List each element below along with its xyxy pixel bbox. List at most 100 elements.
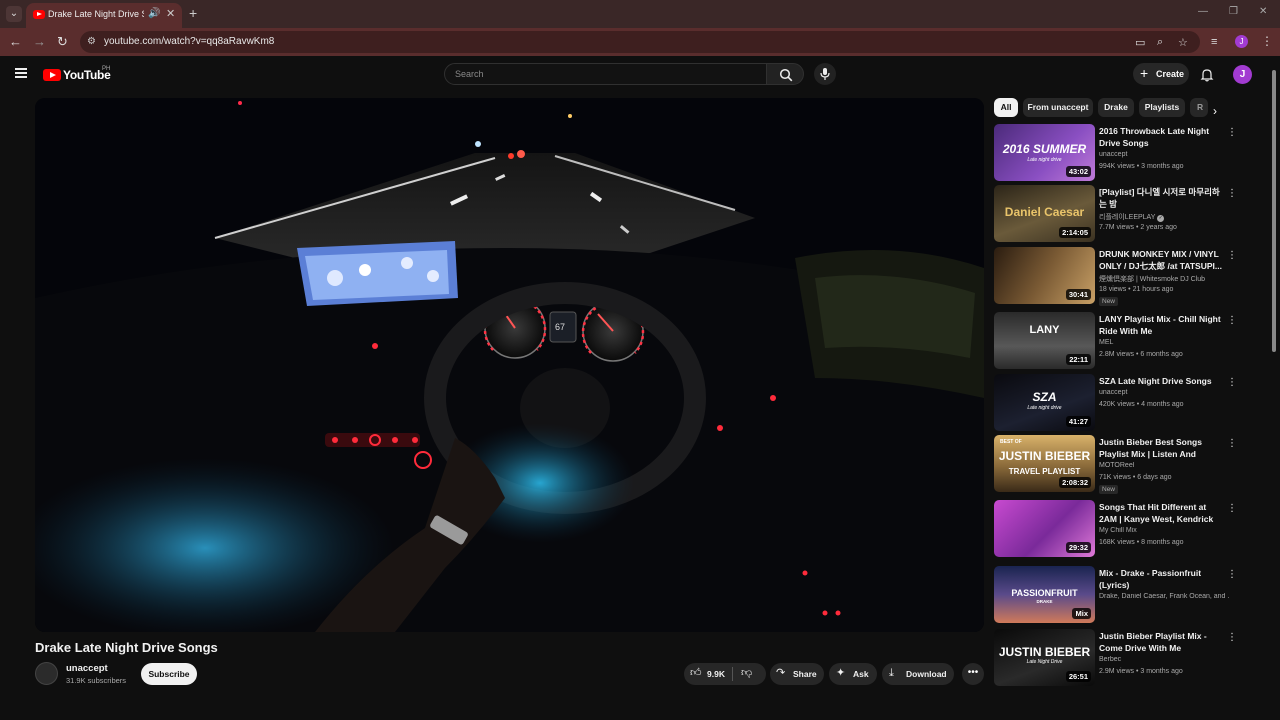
zoom-icon[interactable]: ⌕ <box>1157 36 1163 49</box>
channel-avatar[interactable] <box>35 662 58 685</box>
search-button[interactable] <box>766 63 804 85</box>
thumbnail-subtext: Late night drive <box>1027 157 1062 163</box>
recommendation-channel[interactable]: Berbec <box>1099 656 1229 663</box>
maximize-icon[interactable]: ❐ <box>1229 6 1238 17</box>
video-thumbnail[interactable]: JUSTIN BIEBER Late Night Drive 26:51 <box>994 629 1095 686</box>
kebab-menu-icon[interactable]: ⋮ <box>1227 315 1237 326</box>
reload-icon[interactable]: ↻ <box>57 35 68 49</box>
plus-icon: + <box>1140 65 1149 81</box>
kebab-menu-icon[interactable]: ⋮ <box>1227 188 1237 199</box>
recommendation-item[interactable]: Daniel Caesar 2:14:05 [Playlist] 다니엘 시저로… <box>994 185 1240 243</box>
site-info-icon[interactable]: ⚙ <box>87 36 96 47</box>
thumbs-down-icon[interactable]: 👎︎ <box>741 667 752 679</box>
chevron-right-icon[interactable]: › <box>1213 104 1217 118</box>
kebab-menu-icon[interactable]: ⋮ <box>1227 438 1237 449</box>
recommendation-item[interactable]: 30:41 DRUNK MONKEY MIX / VINYL ONLY / DJ… <box>994 247 1240 306</box>
kebab-menu-icon[interactable]: ⋮ <box>1227 503 1237 514</box>
duration-badge: 29:32 <box>1065 542 1091 553</box>
browser-menu-icon[interactable]: ⋮ <box>1261 34 1273 48</box>
ask-button[interactable]: ✦ Ask <box>829 663 877 685</box>
recommendation-title[interactable]: DRUNK MONKEY MIX / VINYL ONLY / DJ七太郎 /a… <box>1099 248 1225 272</box>
video-thumbnail[interactable]: LANY 22:11 <box>994 312 1095 369</box>
video-thumbnail[interactable]: 2016 SUMMER Late night drive 43:02 <box>994 124 1095 181</box>
recommendation-title[interactable]: Justin Bieber Best Songs Playlist Mix | … <box>1099 436 1225 460</box>
tab-search-button[interactable]: ⌄ <box>6 6 22 22</box>
url-text[interactable]: youtube.com/watch?v=qq8aRavwKm8 <box>104 36 274 47</box>
chip-from-unaccept[interactable]: From unaccept <box>1023 98 1093 117</box>
speaker-icon[interactable]: 🔊 <box>148 8 160 19</box>
recommendation-meta: 2.8M views • 6 months ago <box>1099 351 1183 358</box>
recommendation-item[interactable]: PASSIONFRUIT DRAKE Mix Mix - Drake - Pas… <box>994 566 1240 624</box>
voice-search-button[interactable] <box>814 63 836 85</box>
chip-all[interactable]: All <box>994 98 1018 117</box>
recommendation-channel[interactable]: Drake, Daniel Caesar, Frank Ocean, and .… <box>1099 593 1229 600</box>
chip-drake[interactable]: Drake <box>1098 98 1134 117</box>
browser-toolbar: ← → ↻ ⚙ youtube.com/watch?v=qq8aRavwKm8 … <box>0 28 1280 56</box>
recommendation-item[interactable]: 2016 SUMMER Late night drive 43:02 2016 … <box>994 124 1240 182</box>
download-button[interactable]: ⤓ Download <box>882 663 954 685</box>
recommendation-channel[interactable]: MOTOReel <box>1099 462 1229 469</box>
recommendation-item[interactable]: 29:32 Songs That Hit Different at 2AM | … <box>994 500 1240 558</box>
create-label: Create <box>1156 69 1185 79</box>
new-tab-button[interactable]: + <box>189 5 197 21</box>
recommendation-title[interactable]: SZA Late Night Drive Songs <box>1099 375 1225 387</box>
recommendation-title[interactable]: [Playlist] 다니엘 시저로 마무리하는 밤 <box>1099 186 1225 210</box>
recommendation-title[interactable]: Mix - Drake - Passionfruit (Lyrics) <box>1099 567 1225 591</box>
video-thumbnail[interactable]: 30:41 <box>994 247 1095 304</box>
recommendation-meta: 994K views • 3 months ago <box>1099 163 1184 170</box>
video-player[interactable]: 67 <box>35 98 984 632</box>
recommendation-title[interactable]: Songs That Hit Different at 2AM | Kanye … <box>1099 501 1225 525</box>
cast-icon[interactable]: ▭ <box>1135 36 1145 49</box>
video-thumbnail[interactable]: 29:32 <box>994 500 1095 557</box>
recommendation-channel[interactable]: 煙燻倶楽部 | Whitesmoke DJ Club <box>1099 274 1229 284</box>
kebab-menu-icon[interactable]: ⋮ <box>1227 569 1237 580</box>
chip-partial[interactable]: R <box>1190 98 1208 117</box>
kebab-menu-icon[interactable]: ⋮ <box>1227 377 1237 388</box>
like-dislike-group: 👍︎ 9.9K 👎︎ <box>684 663 766 685</box>
recommendation-channel[interactable]: MEL <box>1099 339 1229 346</box>
page-scrollbar[interactable] <box>1270 60 1278 690</box>
recommendation-channel[interactable]: unaccept <box>1099 389 1229 396</box>
thumbs-up-icon[interactable]: 👍︎ <box>690 667 702 679</box>
minimize-icon[interactable]: — <box>1198 6 1208 17</box>
video-thumbnail[interactable]: PASSIONFRUIT DRAKE Mix <box>994 566 1095 623</box>
chip-playlists[interactable]: Playlists <box>1139 98 1185 117</box>
video-thumbnail[interactable]: BEST OF JUSTIN BIEBER TRAVEL PLAYLIST 2:… <box>994 435 1095 492</box>
share-button[interactable]: ↷ Share <box>770 663 824 685</box>
channel-name[interactable]: unaccept <box>66 663 108 674</box>
browser-profile-avatar[interactable]: J <box>1235 35 1248 48</box>
more-actions-icon[interactable]: ••• <box>962 663 984 685</box>
hamburger-menu-icon[interactable] <box>15 68 27 78</box>
recommendation-channel[interactable]: unaccept <box>1099 151 1229 158</box>
recommendation-title[interactable]: 2016 Throwback Late Night Drive Songs <box>1099 125 1225 149</box>
window-close-icon[interactable]: ✕ <box>1259 6 1267 17</box>
youtube-logo-icon[interactable] <box>43 69 61 81</box>
address-bar[interactable]: ⚙ youtube.com/watch?v=qq8aRavwKm8 ▭ ⌕ ☆ <box>80 31 1200 53</box>
video-thumbnail[interactable]: SZA Late night drive 41:27 <box>994 374 1095 431</box>
video-thumbnail[interactable]: Daniel Caesar 2:14:05 <box>994 185 1095 242</box>
kebab-menu-icon[interactable]: ⋮ <box>1227 250 1237 261</box>
recommendation-channel[interactable]: My Chill Mix <box>1099 527 1229 534</box>
search-input[interactable]: Search <box>444 63 767 85</box>
like-count[interactable]: 9.9K <box>707 669 725 679</box>
media-controls-icon[interactable]: ≡ <box>1211 35 1217 49</box>
notifications-bell-icon[interactable] <box>1200 68 1214 82</box>
create-button[interactable]: + Create <box>1133 63 1189 85</box>
recommendation-item[interactable]: JUSTIN BIEBER Late Night Drive 26:51 Jus… <box>994 629 1240 687</box>
kebab-menu-icon[interactable]: ⋮ <box>1227 632 1237 643</box>
recommendation-title[interactable]: Justin Bieber Playlist Mix - Come Drive … <box>1099 630 1225 654</box>
recommendation-item[interactable]: SZA Late night drive 41:27 SZA Late Nigh… <box>994 374 1240 432</box>
recommendation-item[interactable]: BEST OF JUSTIN BIEBER TRAVEL PLAYLIST 2:… <box>994 435 1240 494</box>
bookmark-star-icon[interactable]: ☆ <box>1178 36 1188 49</box>
user-avatar[interactable]: J <box>1233 65 1252 84</box>
close-tab-icon[interactable]: ✕ <box>166 7 175 20</box>
recommendation-channel[interactable]: 리플레이LEEPLAY ✓ <box>1099 212 1229 222</box>
back-arrow-icon[interactable]: ← <box>9 35 22 49</box>
browser-tab[interactable]: Drake Late Night Drive Songs 🔊 ✕ <box>26 3 182 28</box>
scrollbar-thumb[interactable] <box>1272 70 1276 352</box>
recommendation-title[interactable]: LANY Playlist Mix - Chill Night Ride Wit… <box>1099 313 1225 337</box>
recommendation-item[interactable]: LANY 22:11 LANY Playlist Mix - Chill Nig… <box>994 312 1240 370</box>
kebab-menu-icon[interactable]: ⋮ <box>1227 127 1237 138</box>
forward-arrow-icon[interactable]: → <box>33 35 46 49</box>
subscribe-button[interactable]: Subscribe <box>141 663 197 685</box>
